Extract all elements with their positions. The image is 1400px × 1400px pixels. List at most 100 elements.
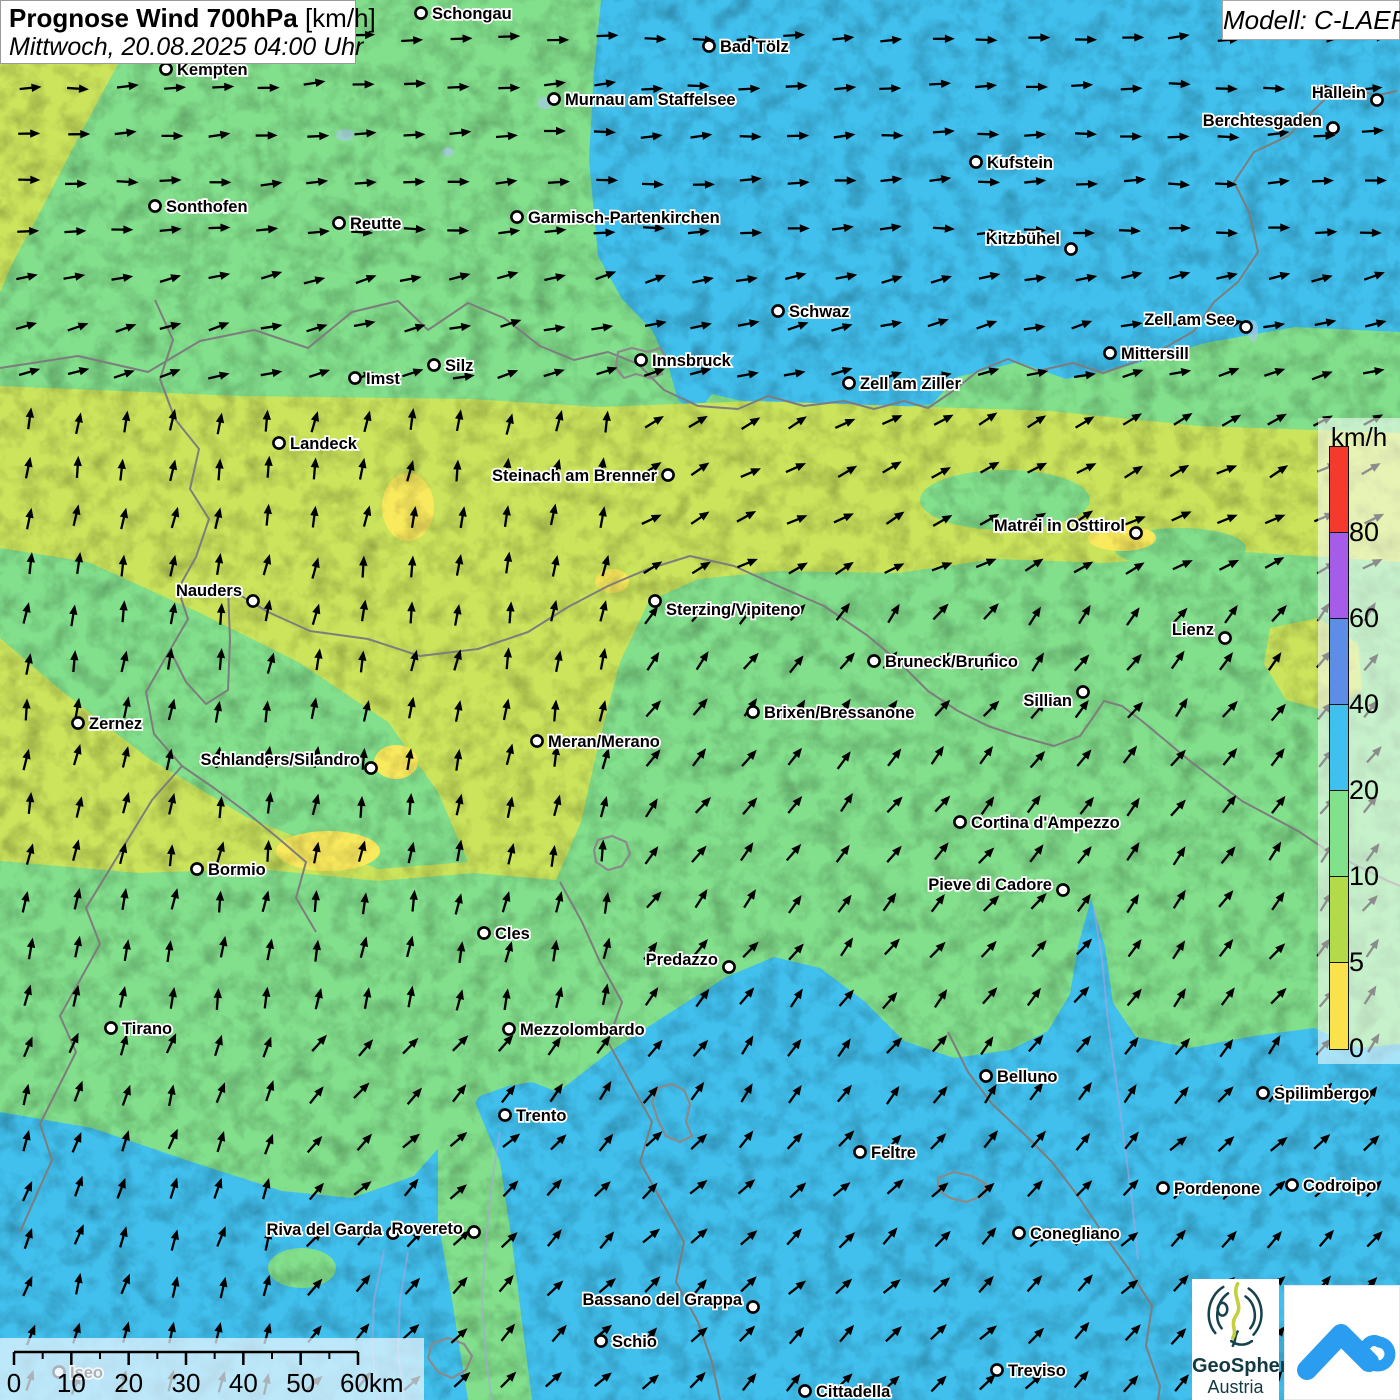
title-unit: [km/h]	[298, 3, 376, 33]
city-label: Tirano	[122, 1020, 172, 1038]
legend-tick-80: 80	[1349, 517, 1399, 547]
city-label: Silz	[445, 357, 473, 375]
legend-tick-20: 20	[1349, 775, 1399, 805]
city-label: Treviso	[1008, 1362, 1066, 1380]
city-marker	[428, 359, 439, 370]
city-conegliano: Conegliano	[1013, 1225, 1119, 1243]
partner-logo-box	[1284, 1285, 1400, 1400]
city-label: Conegliano	[1030, 1225, 1120, 1243]
city-meran-merano: Meran/Merano	[531, 733, 659, 751]
weather-map-page: SchongauBad TölzKemptenMurnau am Staffel…	[0, 0, 1400, 1400]
title-parameter: Prognose Wind 700hPa	[9, 3, 298, 33]
legend-color-60	[1329, 532, 1349, 620]
city-label: Meran/Merano	[548, 733, 660, 751]
city-label: Zernez	[89, 715, 142, 733]
geosphere-yellow-line	[1232, 1284, 1238, 1338]
city-marker	[511, 211, 522, 222]
scalebar-label: 30	[172, 1368, 201, 1398]
city-marker	[365, 762, 376, 773]
wind-map: SchongauBad TölzKemptenMurnau am Staffel…	[0, 0, 1400, 1400]
city-label: Steinach am Brenner	[492, 467, 658, 485]
geosphere-country: Austria	[1192, 1377, 1279, 1397]
city-marker	[635, 354, 646, 365]
geosphere-contour-icon	[1196, 1279, 1276, 1349]
scalebar-label: 40	[229, 1368, 258, 1398]
city-marker	[333, 217, 344, 228]
city-marker	[1371, 94, 1382, 105]
city-label: Spilimbergo	[1274, 1085, 1369, 1103]
city-marker	[747, 1301, 758, 1312]
city-marker	[349, 372, 360, 383]
city-label: Berchtesgaden	[1203, 112, 1322, 130]
city-label: Schwaz	[789, 303, 850, 321]
city-label: Innsbruck	[652, 352, 732, 370]
city-label: Belluno	[997, 1068, 1058, 1086]
city-label: Landeck	[290, 435, 358, 453]
legend-tick-40: 40	[1349, 689, 1399, 719]
city-marker	[1013, 1227, 1024, 1238]
city-riva-del-garda: Riva del Garda	[266, 1221, 398, 1239]
city-label: Kufstein	[987, 154, 1053, 172]
geosphere-name: GeoSphere	[1192, 1355, 1279, 1377]
city-marker	[649, 595, 660, 606]
city-marker	[1327, 122, 1338, 133]
city-label: Predazzo	[646, 951, 718, 969]
city-marker	[954, 816, 965, 827]
city-label: Trento	[516, 1107, 566, 1125]
city-marker	[247, 595, 258, 606]
city-marker	[595, 1335, 606, 1346]
city-murnau-am-staffelsee: Murnau am Staffelsee	[548, 91, 735, 109]
city-marker	[843, 377, 854, 388]
legend-color-40	[1329, 618, 1349, 706]
city-label: Pieve di Cadore	[928, 876, 1052, 894]
city-marker	[991, 1364, 1002, 1375]
scalebar-label: 50	[286, 1368, 315, 1398]
city-steinach-am-brenner: Steinach am Brenner	[492, 467, 674, 485]
city-marker	[499, 1109, 510, 1120]
city-label: Pordenone	[1174, 1180, 1260, 1198]
legend-color-20	[1329, 704, 1349, 792]
page-title: Prognose Wind 700hPa [km/h]	[9, 3, 347, 33]
city-marker	[72, 717, 83, 728]
legend-tick-5: 5	[1349, 947, 1399, 977]
city-marker	[772, 305, 783, 316]
scalebar-label: 60km	[340, 1368, 404, 1398]
forecast-datetime: Mittwoch, 20.08.2025 04:00 Uhr	[9, 33, 347, 61]
city-bruneck-brunico: Bruneck/Brunico	[868, 653, 1018, 671]
windspeed-legend: km/h 806040201050	[1318, 418, 1400, 1064]
city-marker	[703, 40, 714, 51]
city-marker	[1240, 321, 1251, 332]
city-marker	[723, 961, 734, 972]
legend-color-5	[1329, 876, 1349, 964]
city-label: Lienz	[1172, 621, 1214, 639]
city-marker	[1057, 884, 1068, 895]
city-label: Zell am Ziller	[860, 375, 961, 393]
city-marker	[854, 1146, 865, 1157]
city-label: Zell am See	[1144, 311, 1235, 329]
city-label: Cortina d'Ampezzo	[971, 814, 1120, 832]
city-label: Codroipo	[1303, 1177, 1376, 1195]
city-label: Schio	[612, 1333, 657, 1351]
city-marker	[531, 735, 542, 746]
city-brixen-bressanone: Brixen/Bressanone	[747, 704, 914, 722]
city-label: Mezzolombardo	[520, 1021, 645, 1039]
city-label: Schlanders/Silandro	[200, 751, 360, 769]
city-label: Bruneck/Brunico	[885, 653, 1018, 671]
city-label: Bassano del Grappa	[582, 1291, 742, 1309]
city-marker	[1219, 632, 1230, 643]
legend-color-0	[1329, 962, 1349, 1050]
mountain-cloud-logo	[1285, 1286, 1399, 1399]
city-label: Hallein	[1312, 84, 1366, 102]
city-marker	[149, 200, 160, 211]
city-marker	[747, 706, 758, 717]
city-label: Kitzbühel	[986, 230, 1060, 248]
city-marker	[468, 1226, 479, 1237]
city-garmisch-partenkirchen: Garmisch-Partenkirchen	[511, 209, 719, 227]
city-marker	[1157, 1182, 1168, 1193]
city-label: Feltre	[871, 1144, 916, 1162]
geosphere-logo-box: GeoSphere Austria	[1192, 1279, 1279, 1400]
city-label: Riva del Garda	[266, 1221, 382, 1239]
city-label: Garmisch-Partenkirchen	[528, 209, 720, 227]
city-marker	[160, 63, 171, 74]
city-zell-am-ziller: Zell am Ziller	[843, 375, 961, 393]
